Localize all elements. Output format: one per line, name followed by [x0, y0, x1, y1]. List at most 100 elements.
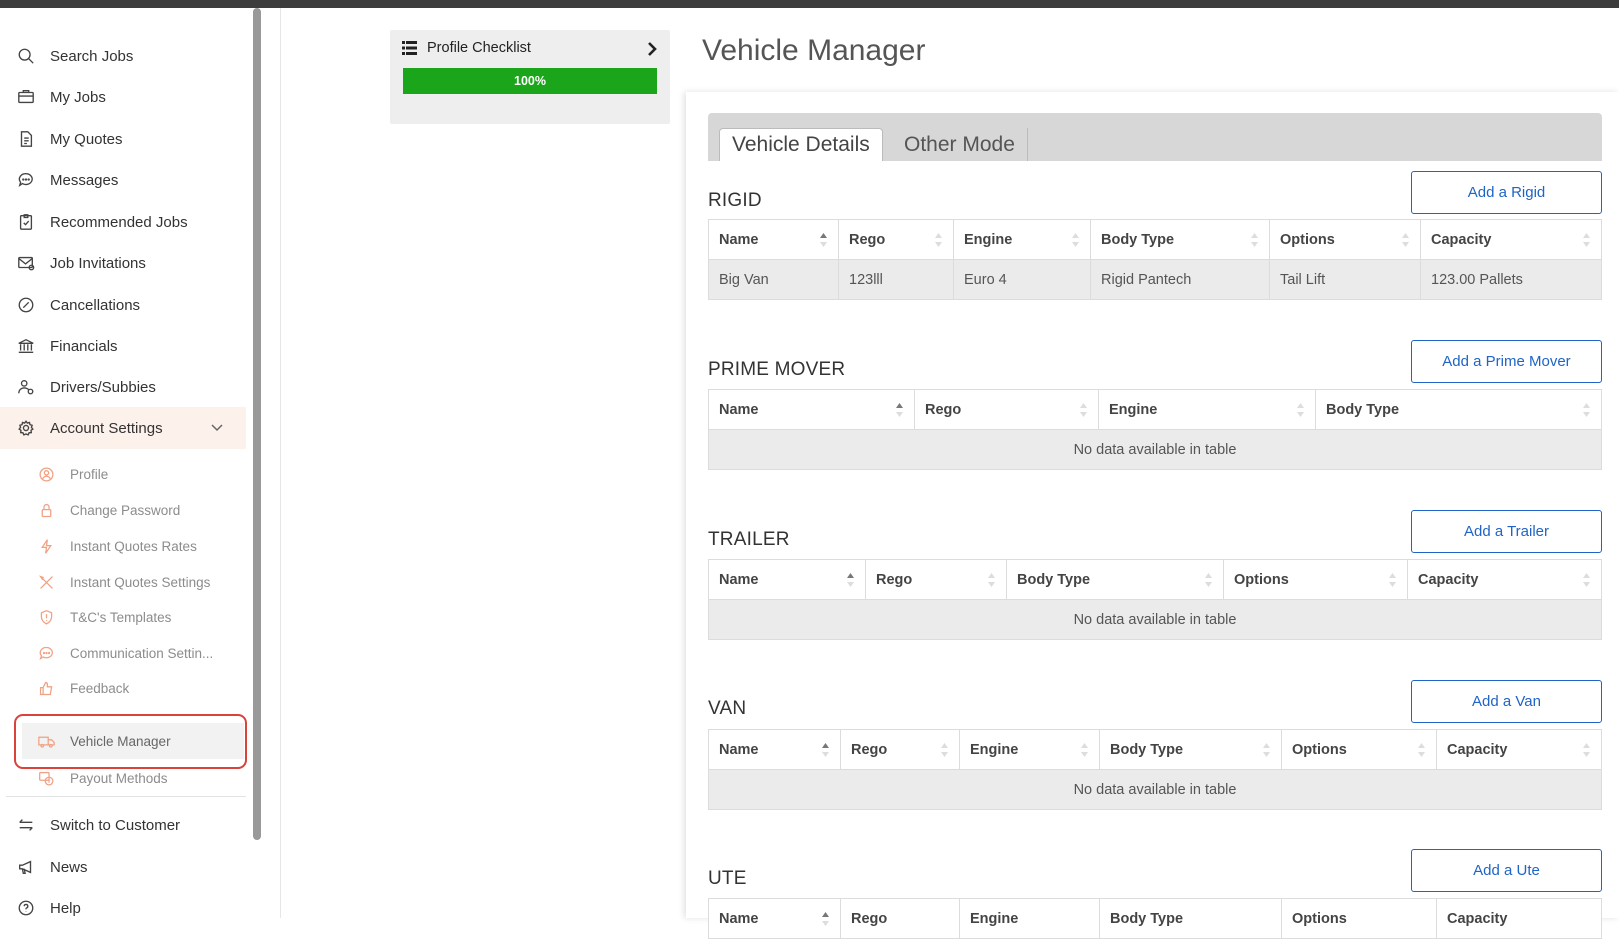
- column-header[interactable]: Rego: [838, 219, 954, 260]
- column-header[interactable]: Name: [708, 219, 839, 260]
- chevron-right-icon[interactable]: [646, 41, 658, 57]
- empty-table-message: No data available in table: [708, 429, 1602, 470]
- column-header[interactable]: Body Type: [1090, 219, 1270, 260]
- column-header[interactable]: Options: [1269, 219, 1421, 260]
- users-icon: [16, 377, 36, 397]
- tools-icon: [36, 572, 56, 592]
- column-header[interactable]: Capacity: [1436, 729, 1602, 770]
- column-header-label: Body Type: [1101, 231, 1175, 248]
- column-header-label: Body Type: [1017, 571, 1091, 588]
- table-row-empty: No data available in table: [708, 429, 1602, 470]
- sidebar-item-job-invitations[interactable]: Job Invitations: [0, 242, 246, 284]
- sort-icon: [1205, 573, 1212, 587]
- sort-icon: [1251, 233, 1258, 247]
- sidebar: Search Jobs My Jobs My Quotes Messages R…: [0, 8, 252, 918]
- add-rigid-button[interactable]: Add a Rigid: [1411, 171, 1602, 214]
- sidebar-item-financials[interactable]: Financials: [0, 325, 246, 367]
- section-title-trailer: TRAILER: [708, 529, 790, 550]
- column-header[interactable]: Options: [1281, 729, 1437, 770]
- column-header[interactable]: Options: [1223, 559, 1408, 600]
- sort-icon: [1080, 403, 1087, 417]
- column-header[interactable]: Engine: [959, 898, 1100, 939]
- sort-icon: [935, 233, 942, 247]
- sidebar-item-drivers-subbies[interactable]: Drivers/Subbies: [0, 366, 246, 408]
- submenu-item-payout-methods[interactable]: Payout Methods: [22, 760, 244, 796]
- table-row[interactable]: Big Van 123lll Euro 4 Rigid Pantech Tail…: [708, 259, 1602, 300]
- column-header[interactable]: Capacity: [1420, 219, 1602, 260]
- column-header-label: Rego: [851, 910, 888, 927]
- profile-checklist-card[interactable]: Profile Checklist 100%: [390, 30, 670, 124]
- column-header[interactable]: Capacity: [1407, 559, 1602, 600]
- column-header[interactable]: Name: [708, 559, 866, 600]
- sidebar-item-account-settings[interactable]: Account Settings: [0, 407, 246, 449]
- trailer-table: Name Rego Body Type Options Capacity No …: [708, 559, 1602, 640]
- column-header[interactable]: Body Type: [1006, 559, 1224, 600]
- sidebar-item-my-quotes[interactable]: My Quotes: [0, 118, 246, 160]
- sidebar-item-messages[interactable]: Messages: [0, 159, 246, 201]
- column-header[interactable]: Engine: [959, 729, 1100, 770]
- column-header[interactable]: Name: [708, 389, 915, 430]
- sidebar-item-help[interactable]: Help: [0, 887, 246, 929]
- table-cell: 123.00 Pallets: [1420, 259, 1602, 300]
- table-header-row: Name Rego Body Type Options Capacity: [708, 559, 1602, 600]
- column-header[interactable]: Engine: [1098, 389, 1316, 430]
- column-header-label: Body Type: [1110, 741, 1184, 758]
- column-header[interactable]: Body Type: [1099, 898, 1282, 939]
- column-header-label: Name: [719, 231, 759, 248]
- sidebar-item-news[interactable]: News: [0, 846, 246, 888]
- tab-vehicle-details[interactable]: Vehicle Details: [719, 128, 883, 161]
- submenu-item-feedback[interactable]: Feedback: [22, 670, 244, 706]
- add-prime-mover-button[interactable]: Add a Prime Mover: [1411, 340, 1602, 383]
- add-trailer-button[interactable]: Add a Trailer: [1411, 510, 1602, 553]
- column-header[interactable]: Rego: [840, 898, 960, 939]
- sort-icon: [1583, 233, 1590, 247]
- chat-icon: [16, 170, 36, 190]
- column-header-label: Rego: [876, 571, 913, 588]
- sidebar-scrollbar-thumb[interactable]: [253, 8, 261, 840]
- profile-progress-bar: 100%: [403, 68, 657, 94]
- sidebar-item-my-jobs[interactable]: My Jobs: [0, 76, 246, 118]
- column-header[interactable]: Body Type: [1315, 389, 1602, 430]
- sidebar-item-label: Financials: [50, 337, 118, 355]
- add-ute-button[interactable]: Add a Ute: [1411, 849, 1602, 892]
- sidebar-item-recommended-jobs[interactable]: Recommended Jobs: [0, 201, 246, 243]
- sort-icon: [1583, 403, 1590, 417]
- empty-table-message: No data available in table: [708, 769, 1602, 810]
- sidebar-item-cancellations[interactable]: Cancellations: [0, 284, 246, 326]
- column-header-label: Body Type: [1326, 401, 1400, 418]
- tab-other-mode[interactable]: Other Mode: [892, 128, 1028, 161]
- prime-mover-table: Name Rego Engine Body Type No data avail…: [708, 389, 1602, 470]
- help-circle-icon: [16, 898, 36, 918]
- column-header[interactable]: Engine: [953, 219, 1091, 260]
- sidebar-item-label: My Jobs: [50, 88, 106, 106]
- clipboard-check-icon: [16, 212, 36, 232]
- submenu-item-instant-quotes-settings[interactable]: Instant Quotes Settings: [22, 564, 244, 600]
- submenu-item-profile[interactable]: Profile: [22, 456, 244, 492]
- sidebar-item-label: Account Settings: [50, 419, 163, 437]
- submenu-item-communication-settings[interactable]: Communication Settin...: [22, 635, 244, 671]
- column-header[interactable]: Rego: [914, 389, 1099, 430]
- column-header[interactable]: Name: [708, 898, 841, 939]
- page-title: Vehicle Manager: [702, 34, 926, 67]
- add-van-button[interactable]: Add a Van: [1411, 680, 1602, 723]
- column-header-label: Engine: [1109, 401, 1158, 418]
- chat-bubble-icon: [36, 643, 56, 663]
- sidebar-item-search-jobs[interactable]: Search Jobs: [0, 35, 246, 77]
- column-header[interactable]: Body Type: [1099, 729, 1282, 770]
- submenu-item-change-password[interactable]: Change Password: [22, 492, 244, 528]
- column-header[interactable]: Options: [1281, 898, 1437, 939]
- column-header[interactable]: Rego: [840, 729, 960, 770]
- submenu-item-instant-quotes-rates[interactable]: Instant Quotes Rates: [22, 528, 244, 564]
- sort-icon: [822, 912, 829, 926]
- column-header[interactable]: Capacity: [1436, 898, 1602, 939]
- table-header-row: Name Rego Engine Body Type Options Capac…: [708, 219, 1602, 260]
- sort-icon: [1583, 573, 1590, 587]
- rigid-table: Name Rego Engine Body Type Options Capac…: [708, 219, 1602, 300]
- column-header[interactable]: Name: [708, 729, 841, 770]
- column-header-label: Name: [719, 571, 759, 588]
- sidebar-item-switch-to-customer[interactable]: Switch to Customer: [0, 804, 246, 846]
- table-cell: Euro 4: [953, 259, 1091, 300]
- table-row-empty: No data available in table: [708, 769, 1602, 810]
- column-header[interactable]: Rego: [865, 559, 1007, 600]
- submenu-item-tc-templates[interactable]: T&C's Templates: [22, 599, 244, 635]
